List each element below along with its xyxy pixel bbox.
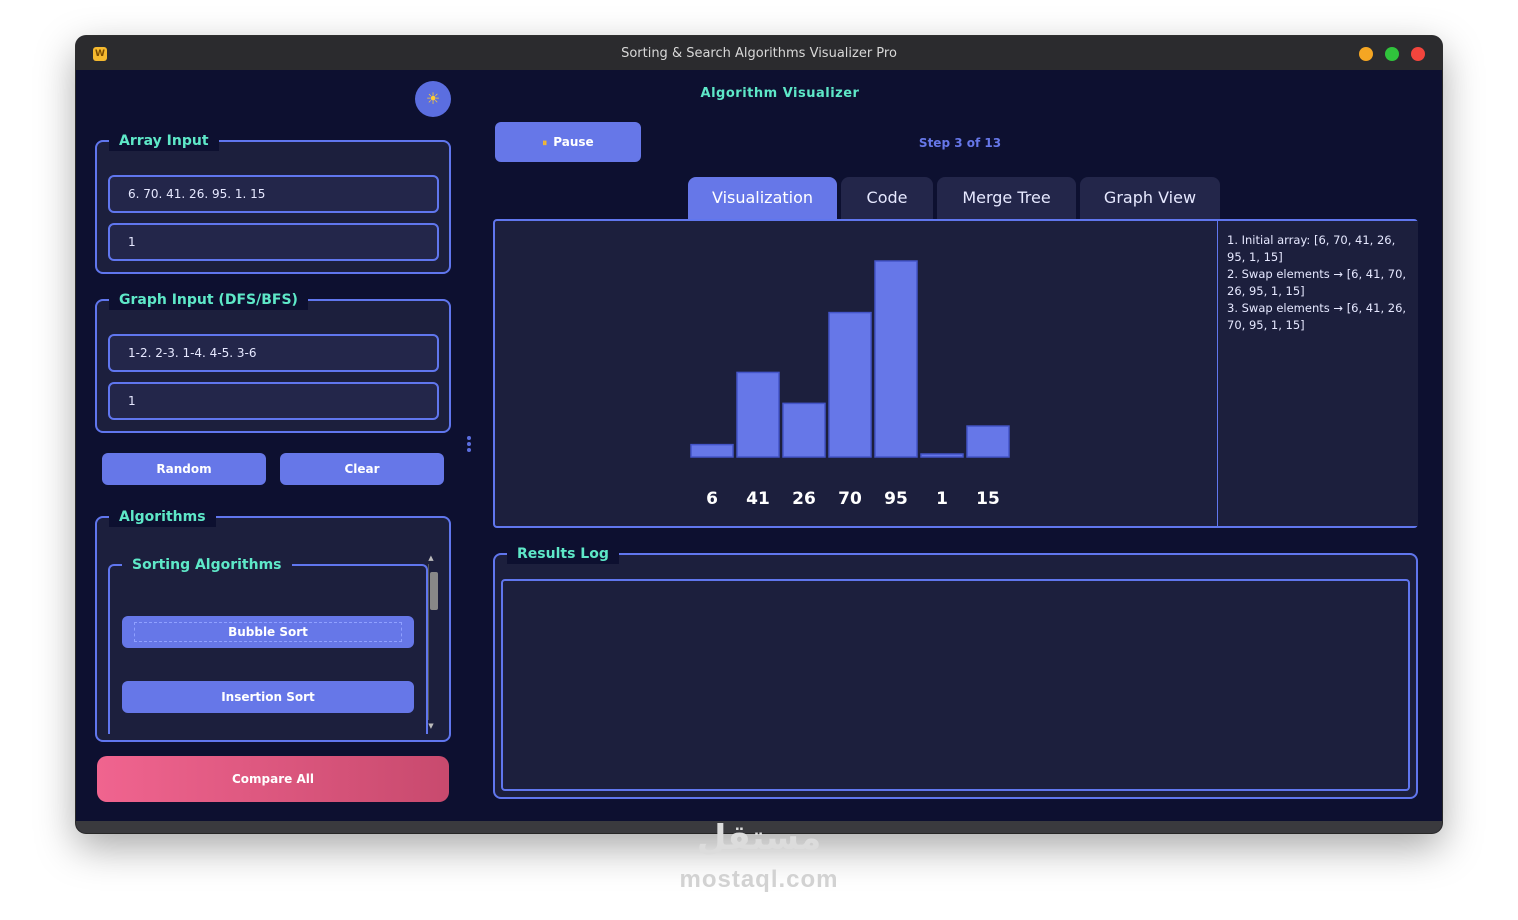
app-window: W Sorting & Search Algorithms Visualizer… [76, 36, 1442, 833]
bar-value-label: 15 [976, 489, 1000, 509]
search-target-input[interactable]: 1 [108, 223, 439, 261]
panel-splitter-handle[interactable] [466, 436, 472, 452]
bar-value-label: 70 [838, 489, 862, 509]
theme-toggle-button[interactable]: ☀ [415, 81, 451, 117]
insertion-sort-button[interactable]: Insertion Sort [122, 681, 414, 713]
random-button[interactable]: Random [102, 453, 266, 485]
sorting-algorithms-legend: Sorting Algorithms [122, 555, 292, 575]
tab-visualization[interactable]: Visualization [688, 177, 837, 219]
bar-chart: 6 41 26 70 95 1 15 [690, 260, 1010, 509]
bar-value-label: 41 [746, 489, 770, 509]
results-log-legend: Results Log [507, 544, 619, 564]
visualization-panel: 6 41 26 70 95 1 15 1. Initial array: [6, 70, 4… [493, 219, 1418, 528]
bar-41 [736, 371, 780, 458]
pause-icon: ⏸ [542, 138, 548, 149]
array-input-legend: Array Input [109, 131, 219, 151]
minimize-button[interactable] [1359, 47, 1373, 61]
bar-6 [690, 443, 734, 458]
close-button[interactable] [1411, 47, 1425, 61]
results-log-output [501, 579, 1410, 791]
sorting-algorithms-group: Sorting Algorithms Bubble Sort Insertion… [108, 555, 428, 734]
graph-start-node-input[interactable]: 1 [108, 382, 439, 420]
clear-button[interactable]: Clear [280, 453, 444, 485]
maximize-button[interactable] [1385, 47, 1399, 61]
sun-icon: ☀ [425, 89, 441, 108]
array-input-group: Array Input 6. 70. 41. 26. 95. 1. 15 1 [95, 131, 451, 274]
bar-value-label: 26 [792, 489, 816, 509]
pause-button[interactable]: ⏸ Pause [495, 122, 641, 162]
steps-log-entry: 2. Swap elements → [6, 41, 70, 26, 95, 1… [1227, 267, 1407, 298]
bar-26 [782, 402, 826, 458]
graph-input-legend: Graph Input (DFS/BFS) [109, 290, 308, 310]
algorithms-legend: Algorithms [109, 507, 216, 527]
bubble-sort-button[interactable]: Bubble Sort [122, 616, 414, 648]
bar-value-label: 95 [884, 489, 908, 509]
bubble-sort-label: Bubble Sort [134, 622, 402, 642]
bar-value-label: 1 [936, 489, 948, 509]
bar-value-label: 6 [706, 489, 718, 509]
watermark-text: mostaql.com [679, 866, 839, 893]
bar-95 [874, 260, 918, 458]
app-icon: W [93, 47, 107, 61]
app-heading: Algorithm Visualizer [700, 86, 860, 101]
title-bar: W Sorting & Search Algorithms Visualizer… [76, 36, 1442, 70]
algorithms-scrollbar[interactable]: ▲ ▼ [426, 554, 438, 730]
steps-log-panel: 1. Initial array: [6, 70, 41, 26, 95, 1,… [1217, 221, 1418, 526]
scroll-up-icon[interactable]: ▲ [426, 554, 436, 562]
tab-merge-tree[interactable]: Merge Tree [937, 177, 1076, 219]
bar-15 [966, 425, 1010, 458]
tab-graph-view[interactable]: Graph View [1080, 177, 1220, 219]
step-counter: Step 3 of 13 [918, 136, 1002, 150]
tab-code[interactable]: Code [841, 177, 933, 219]
steps-log-entry: 1. Initial array: [6, 70, 41, 26, 95, 1,… [1227, 233, 1396, 264]
pause-label: Pause [553, 135, 594, 149]
bar-70 [828, 311, 872, 458]
scroll-down-icon[interactable]: ▼ [426, 722, 436, 730]
array-values-input[interactable]: 6. 70. 41. 26. 95. 1. 15 [108, 175, 439, 213]
algorithms-group: Algorithms Sorting Algorithms Bubble Sor… [95, 507, 451, 742]
steps-log-entry: 3. Swap elements → [6, 41, 26, 70, 95, 1… [1227, 301, 1407, 332]
compare-all-button[interactable]: Compare All [97, 756, 449, 802]
results-log-group: Results Log [493, 544, 1418, 799]
graph-edges-input[interactable]: 1-2. 2-3. 1-4. 4-5. 3-6 [108, 334, 439, 372]
app-content: ☀ Array Input 6. 70. 41. 26. 95. 1. 15 1… [80, 70, 1438, 821]
scroll-thumb[interactable] [430, 572, 438, 610]
bar-1 [920, 453, 964, 458]
window-title: Sorting & Search Algorithms Visualizer P… [621, 45, 897, 61]
graph-input-group: Graph Input (DFS/BFS) 1-2. 2-3. 1-4. 4-5… [95, 290, 451, 433]
scroll-track[interactable] [428, 564, 438, 720]
watermark-logo: مستقل [696, 818, 822, 858]
